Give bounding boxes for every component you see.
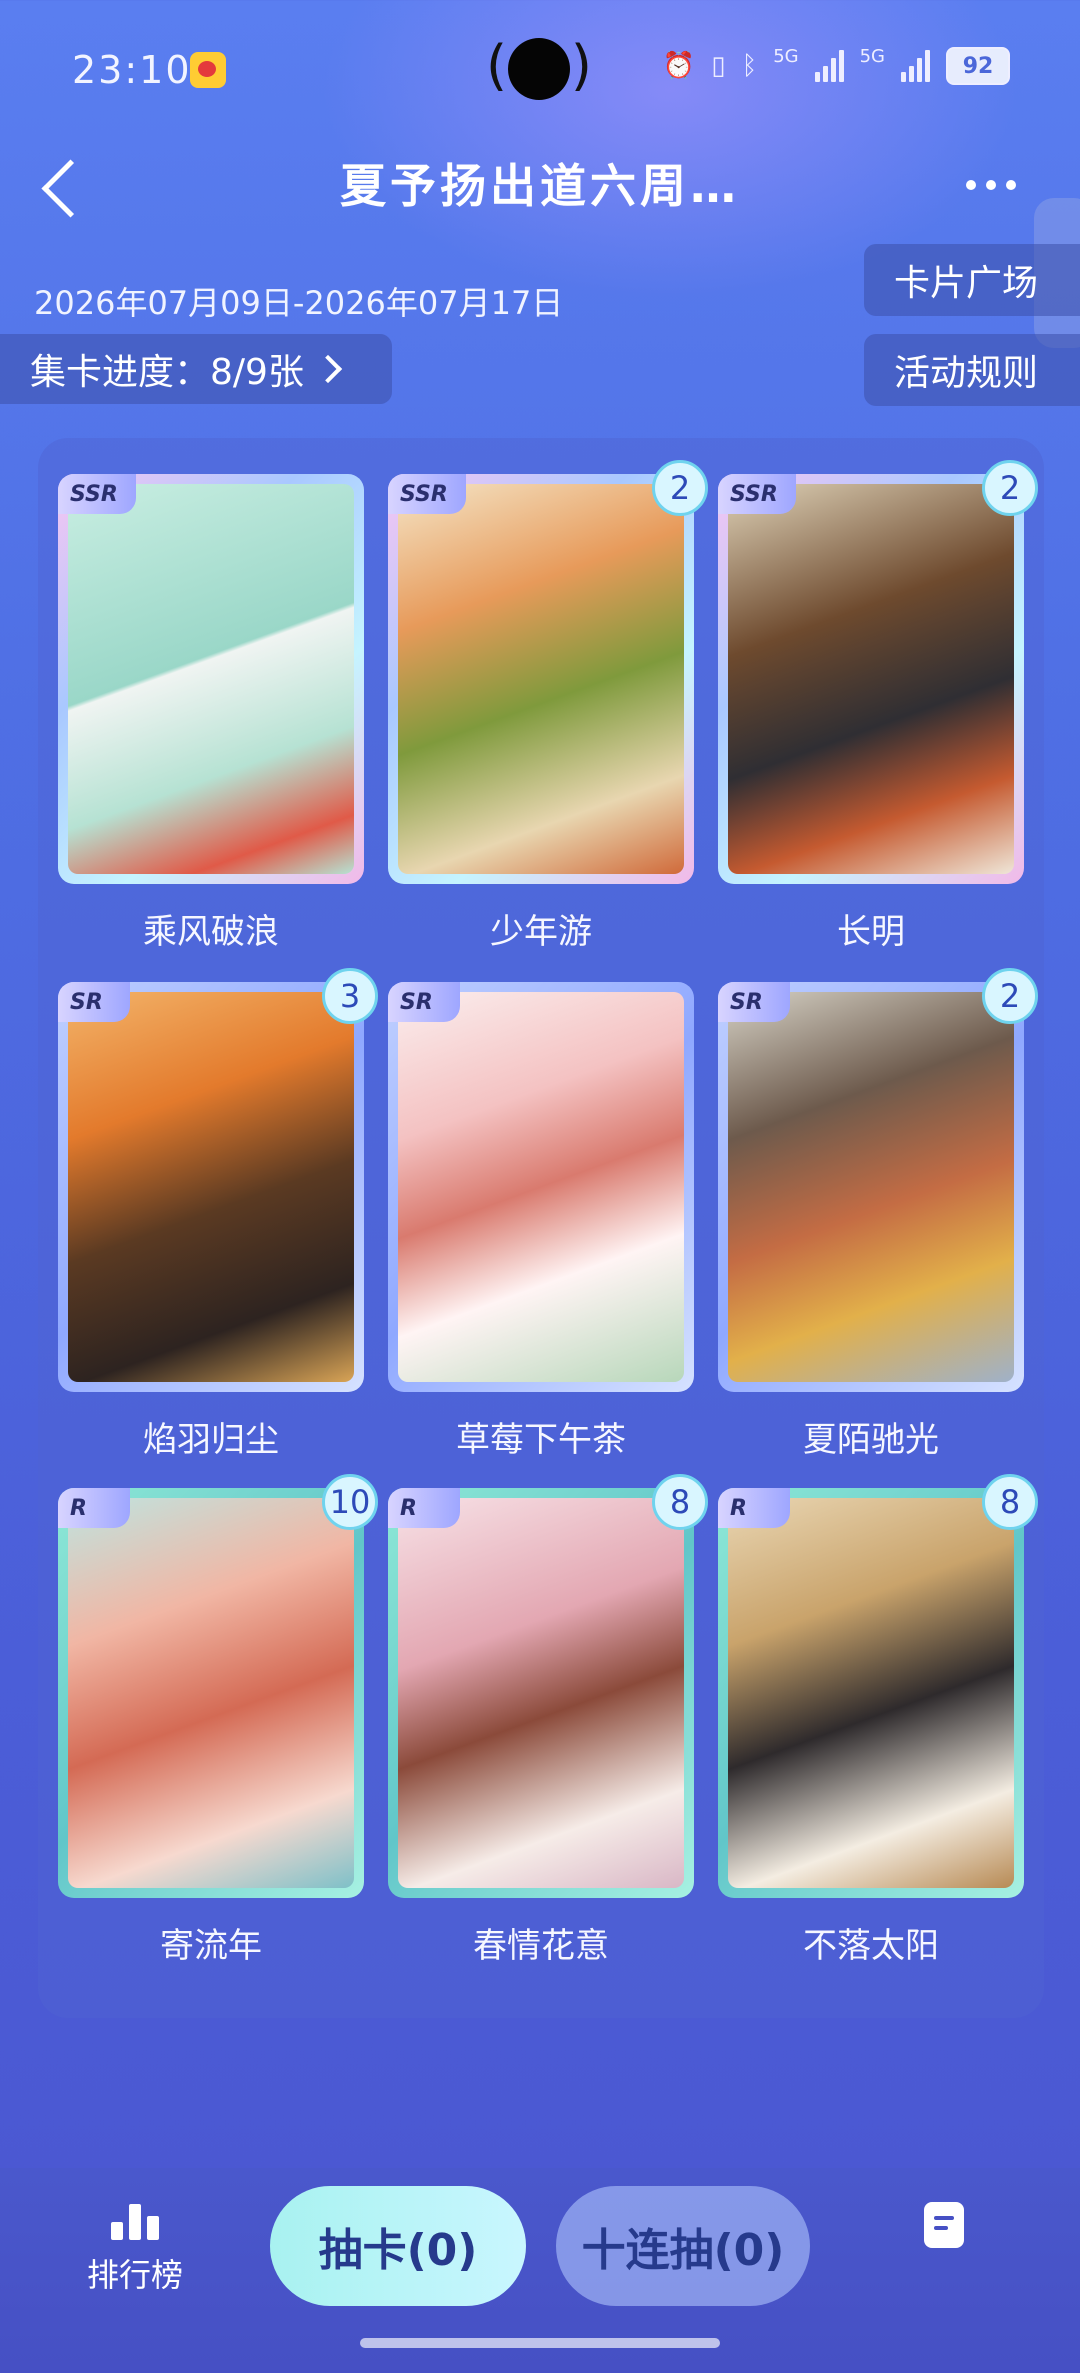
card-item[interactable]: SR 2 [718, 968, 1038, 1392]
card-frame [58, 982, 364, 1392]
card-frame [388, 474, 694, 884]
card-name: 长明 [837, 912, 905, 952]
card-artwork [68, 484, 354, 874]
bluetooth-icon: ᛒ [741, 51, 758, 81]
signal-icon-2 [901, 50, 930, 82]
card-count-badge: 8 [652, 1474, 708, 1530]
draw-card-button[interactable]: 抽卡(0) [270, 2186, 526, 2306]
progress-label: 集卡进度：8/9张 [30, 352, 304, 393]
card-frame [718, 474, 1024, 884]
alarm-icon: ⏰ [662, 51, 696, 81]
weibo-app-icon [190, 52, 226, 88]
card-count-badge: 8 [982, 1474, 1038, 1530]
card-artwork [728, 484, 1014, 874]
vibrate-icon: ▯ [711, 51, 726, 81]
card-frame [388, 1488, 694, 1898]
card-frame [58, 474, 364, 884]
card-artwork [398, 1498, 684, 1888]
rarity-tag: SR [58, 982, 130, 1022]
rarity-tag: SR [718, 982, 790, 1022]
card-name: 焰羽归尘 [143, 1420, 279, 1460]
card-artwork [68, 992, 354, 1382]
leaderboard-button[interactable]: 排行榜 [80, 2200, 190, 2296]
more-dot [1006, 180, 1016, 190]
collection-progress-button[interactable]: 集卡进度：8/9张 [0, 334, 392, 404]
rarity-tag: R [718, 1488, 790, 1528]
rarity-tag: R [388, 1488, 460, 1528]
card-frame [58, 1488, 364, 1898]
card-name: 寄流年 [160, 1926, 262, 1966]
status-time: 23:10 [72, 48, 192, 92]
card-count-badge: 3 [322, 968, 378, 1024]
more-dot [986, 180, 996, 190]
card-item[interactable]: R8 [388, 1474, 708, 1898]
front-camera: ( ) [486, 30, 592, 112]
card-count-badge: 2 [982, 968, 1038, 1024]
net-label-2: 5G [859, 46, 885, 67]
card-item[interactable]: R8 [718, 1474, 1038, 1898]
home-indicator[interactable] [360, 2338, 720, 2348]
card-name: 夏陌驰光 [803, 1420, 939, 1460]
card-count-badge: 2 [982, 460, 1038, 516]
ten-draw-button[interactable]: 十连抽(0) [556, 2186, 810, 2306]
page-title: 夏予扬出道六周… [340, 159, 740, 213]
card-count-badge: 10 [322, 1474, 378, 1530]
rarity-tag: SR [388, 982, 460, 1022]
card-name: 乘风破浪 [143, 912, 279, 952]
net-label-1: 5G [773, 46, 799, 67]
card-artwork [68, 1498, 354, 1888]
card-frame [718, 1488, 1024, 1898]
card-name: 草莓下午茶 [456, 1420, 626, 1460]
camera-ring-left: ( [486, 34, 508, 97]
camera-dot [508, 38, 570, 100]
notes-icon[interactable] [924, 2202, 964, 2248]
rarity-tag: SSR [718, 474, 796, 514]
card-name: 少年游 [490, 912, 592, 952]
card-item[interactable]: SR [388, 982, 694, 1392]
card-item[interactable]: SSR 2 [718, 460, 1038, 884]
card-frame [388, 982, 694, 1392]
chevron-right-icon [313, 354, 343, 384]
signal-icon-1 [814, 50, 844, 82]
card-frame [718, 982, 1024, 1392]
rarity-tag: R [58, 1488, 130, 1528]
card-artwork [728, 1498, 1014, 1888]
card-item[interactable]: SSR [58, 474, 364, 884]
battery-icon: 92 [946, 47, 1010, 85]
card-name: 不落太阳 [803, 1926, 939, 1966]
back-button[interactable] [38, 152, 88, 222]
card-item[interactable]: SSR 2 [388, 460, 708, 884]
leaderboard-label: 排行榜 [86, 2256, 183, 2294]
rarity-tag: SSR [388, 474, 466, 514]
camera-ring-right: ) [570, 34, 592, 97]
card-item[interactable]: SR 3 [58, 968, 378, 1392]
bar-chart-icon [111, 2200, 159, 2240]
more-options-button[interactable] [966, 160, 1046, 210]
card-name: 春情花意 [473, 1926, 609, 1966]
card-item[interactable]: R 10 [58, 1474, 378, 1898]
card-artwork [398, 484, 684, 874]
card-square-button[interactable]: 卡片广场 [864, 244, 1080, 316]
card-artwork [398, 992, 684, 1382]
status-bar: 23:10 ( ) ⏰ ▯ ᛒ 5G 5G 92 [0, 0, 1080, 140]
status-icons: ⏰ ▯ ᛒ 5G 5G 92 [663, 46, 1010, 86]
card-count-badge: 2 [652, 460, 708, 516]
card-artwork [728, 992, 1014, 1382]
event-date-range: 2026年07月09日-2026年07月17日 [34, 284, 564, 322]
rarity-tag: SSR [58, 474, 136, 514]
more-dots-icon [966, 180, 976, 190]
activity-rules-button[interactable]: 活动规则 [864, 334, 1080, 406]
